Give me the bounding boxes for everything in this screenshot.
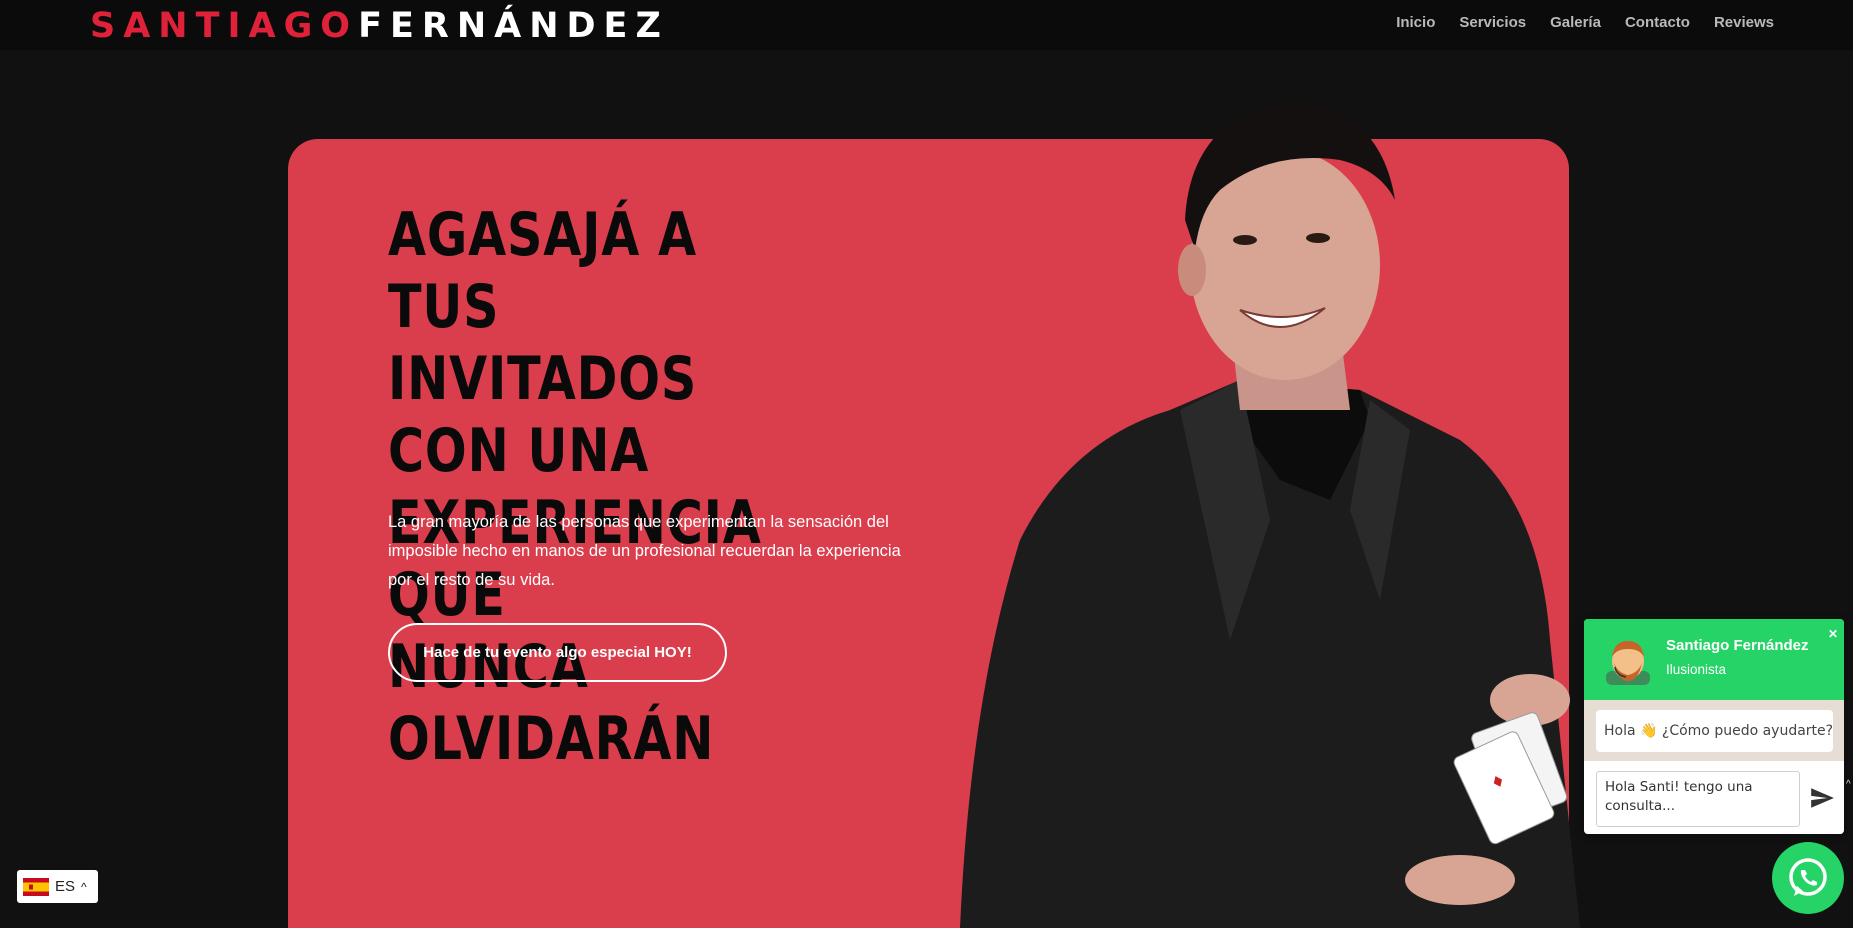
performer-photo: ♦ [960, 100, 1580, 928]
nav-item-contacto[interactable]: Contacto [1625, 14, 1690, 31]
nav-item-servicios[interactable]: Servicios [1459, 14, 1526, 31]
nav-item-inicio[interactable]: Inicio [1396, 14, 1435, 31]
nav-item-reviews[interactable]: Reviews [1714, 14, 1774, 31]
language-code: ES [55, 878, 76, 895]
chevron-up-icon: ^ [81, 879, 87, 894]
hero-subtitle: La gran mayoría de las personas que expe… [388, 513, 901, 589]
hero-headline: AGASAJÁ A TUS INVITADOS CON UNA EXPERIEN… [388, 199, 814, 775]
language-switcher[interactable]: ES ^ [17, 870, 98, 903]
send-icon[interactable] [1809, 785, 1835, 811]
headline-line: INVITADOS CON UNA [388, 344, 698, 486]
chat-message-input[interactable] [1596, 771, 1800, 827]
site-header: SANTIAGOFERNÁNDEZ Inicio Servicios Galer… [0, 0, 1853, 50]
chat-input-area [1584, 761, 1844, 834]
site-logo[interactable]: SANTIAGOFERNÁNDEZ [90, 6, 669, 46]
whatsapp-icon [1789, 858, 1827, 896]
close-icon[interactable]: ✕ [1828, 627, 1838, 641]
nav-item-galeria[interactable]: Galería [1550, 14, 1601, 31]
spain-flag-icon [23, 877, 49, 896]
chat-contact-name: Santiago Fernández [1666, 637, 1809, 654]
caret-up-icon: ^ [1846, 779, 1851, 790]
cta-button[interactable]: Hace de tu evento algo especial HOY! [388, 623, 727, 682]
whatsapp-chat-widget: Santiago Fernández Ilusionista ✕ Hola 👋 … [1584, 619, 1844, 834]
whatsapp-button[interactable] [1772, 842, 1844, 914]
chat-header: Santiago Fernández Ilusionista ✕ [1584, 619, 1844, 700]
main-nav: Inicio Servicios Galería Contacto Review… [1396, 14, 1774, 31]
headline-line: AGASAJÁ A TUS [388, 200, 698, 342]
logo-first-name: SANTIAGO [90, 6, 359, 46]
chat-contact-role: Ilusionista [1666, 662, 1727, 677]
logo-last-name: FERNÁNDEZ [358, 6, 669, 46]
chat-greeting-bubble: Hola 👋 ¿Cómo puedo ayudarte? [1596, 710, 1833, 752]
avatar [1606, 641, 1650, 685]
